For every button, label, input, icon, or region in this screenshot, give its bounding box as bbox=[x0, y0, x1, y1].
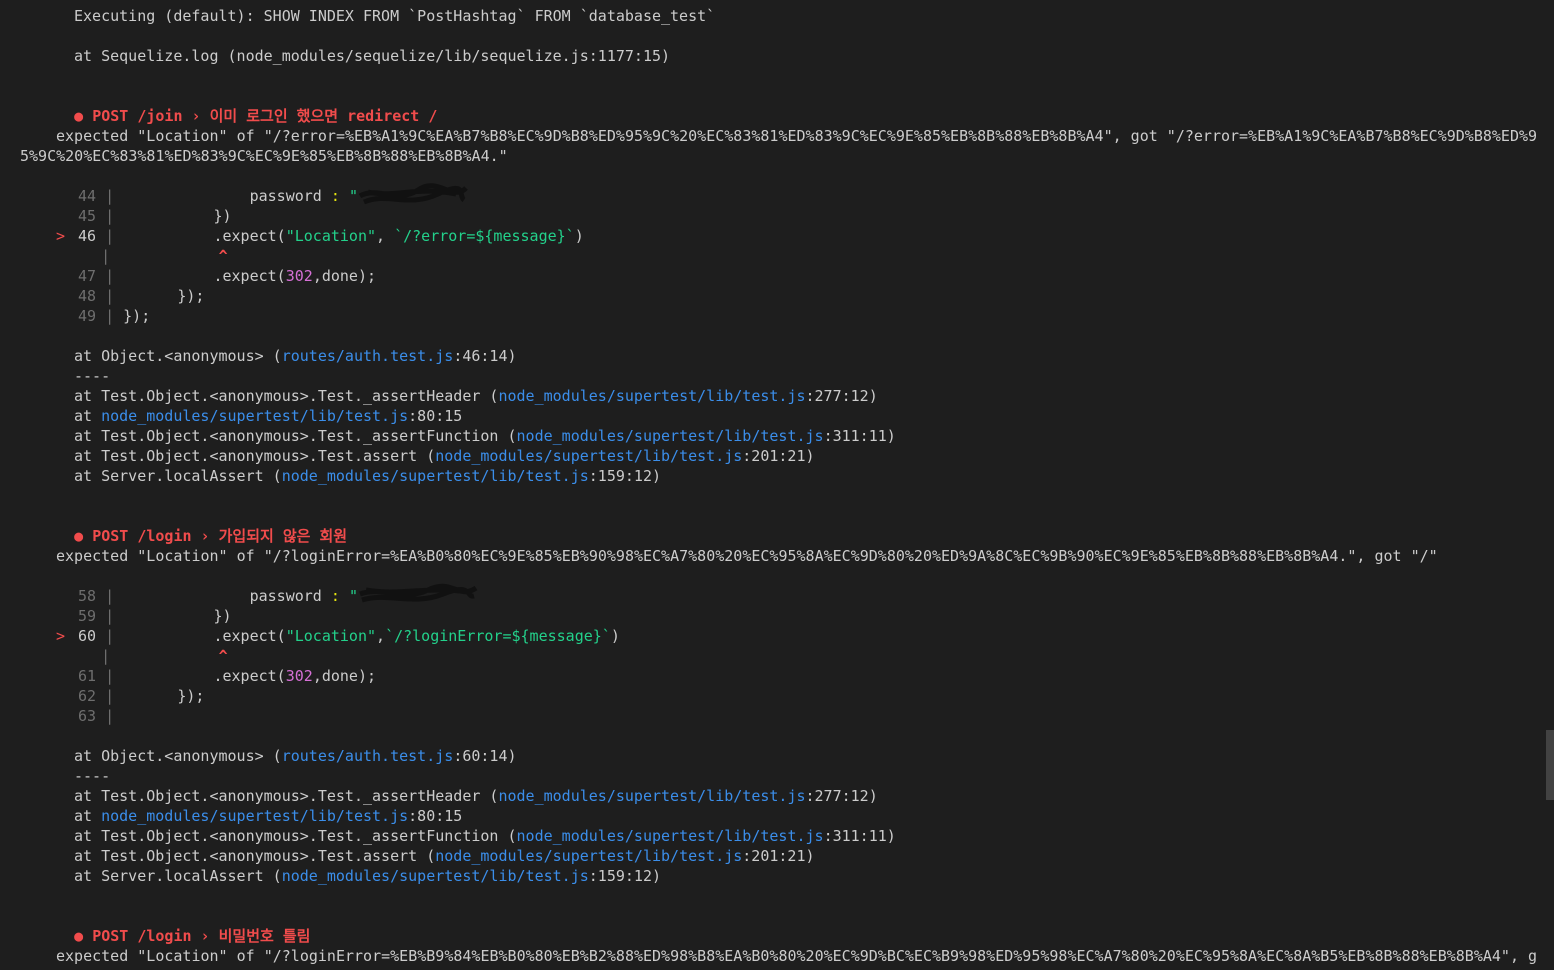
fail-bullet-icon: ● bbox=[74, 927, 84, 945]
stack-line: at Test.Object.<anonymous>.Test.assert (… bbox=[74, 847, 815, 865]
file-link[interactable]: node_modules/supertest/lib/test.js bbox=[498, 387, 805, 405]
failure-heading-login-unregistered: ● POST /login › 가입되지 않은 회원 bbox=[38, 506, 347, 545]
code-line-44: 44 | password : " bbox=[56, 183, 468, 206]
sequelize-stack-line: at Sequelize.log (node_modules/sequelize… bbox=[74, 47, 671, 65]
stack-line: at node_modules/supertest/lib/test.js:80… bbox=[74, 407, 463, 425]
code-caret-line: | ^ bbox=[101, 247, 228, 265]
stack-line: at Test.Object.<anonymous>.Test._assertF… bbox=[74, 827, 896, 845]
stack-line: at Server.localAssert (node_modules/supe… bbox=[74, 467, 662, 485]
file-link[interactable]: node_modules/supertest/lib/test.js bbox=[101, 807, 408, 825]
expected-message: expected "Location" of "/?loginError=%EA… bbox=[56, 547, 1438, 565]
failure-title: POST /login › 비밀번호 틀림 bbox=[92, 927, 311, 945]
file-link[interactable]: routes/auth.test.js bbox=[282, 347, 454, 365]
redacted-password-scribble bbox=[358, 183, 468, 206]
failure-heading-join: ● POST /join › 이미 로그인 했으면 redirect / bbox=[38, 86, 437, 125]
stack-separator: ---- bbox=[74, 767, 111, 785]
error-caret: ^ bbox=[218, 647, 228, 665]
file-link[interactable]: node_modules/supertest/lib/test.js bbox=[282, 467, 589, 485]
stack-line: at Test.Object.<anonymous>.Test._assertH… bbox=[74, 787, 878, 805]
stack-line: at Test.Object.<anonymous>.Test._assertH… bbox=[74, 387, 878, 405]
failure-title: POST /login › 가입되지 않은 회원 bbox=[92, 527, 348, 545]
code-line-46-current: > 46 | .expect("Location", `/?error=${me… bbox=[56, 227, 584, 245]
code-line-59: 59 | }) bbox=[78, 607, 232, 625]
scrollbar-thumb[interactable] bbox=[1546, 730, 1554, 800]
file-link[interactable]: node_modules/supertest/lib/test.js bbox=[101, 407, 408, 425]
file-link[interactable]: node_modules/supertest/lib/test.js bbox=[517, 427, 824, 445]
fail-bullet-icon: ● bbox=[74, 107, 84, 125]
code-line-47: 47 | .expect(302,done); bbox=[78, 267, 377, 285]
code-line-58: 58 | password : " bbox=[56, 583, 478, 606]
terminal-scrollbar[interactable] bbox=[1546, 0, 1554, 970]
terminal-output[interactable]: Executing (default): SHOW INDEX FROM `Po… bbox=[0, 0, 1546, 970]
expected-message: expected "Location" of "/?error=%EB%A1%9… bbox=[20, 127, 1538, 165]
fail-bullet-icon: ● bbox=[74, 527, 84, 545]
stack-line: at node_modules/supertest/lib/test.js:80… bbox=[74, 807, 463, 825]
stack-separator: ---- bbox=[74, 367, 111, 385]
executing-line: Executing (default): SHOW INDEX FROM `Po… bbox=[74, 7, 716, 25]
stack-line: at Server.localAssert (node_modules/supe… bbox=[74, 867, 662, 885]
file-link[interactable]: routes/auth.test.js bbox=[282, 747, 454, 765]
stack-line: at Test.Object.<anonymous>.Test._assertF… bbox=[74, 427, 896, 445]
error-caret: ^ bbox=[218, 247, 228, 265]
file-link[interactable]: node_modules/supertest/lib/test.js bbox=[435, 447, 742, 465]
code-caret-line: | ^ bbox=[101, 647, 228, 665]
code-line-48: 48 | }); bbox=[78, 287, 205, 305]
file-link[interactable]: node_modules/supertest/lib/test.js bbox=[517, 827, 824, 845]
stack-line: at Test.Object.<anonymous>.Test.assert (… bbox=[74, 447, 815, 465]
failure-heading-login-wrong-password: ● POST /login › 비밀번호 틀림 bbox=[38, 906, 310, 945]
file-link[interactable]: node_modules/supertest/lib/test.js bbox=[282, 867, 589, 885]
code-line-45: 45 | }) bbox=[78, 207, 232, 225]
code-line-63: 63 | bbox=[78, 707, 115, 725]
file-link[interactable]: node_modules/supertest/lib/test.js bbox=[498, 787, 805, 805]
current-line-marker: > bbox=[56, 627, 66, 645]
stack-anonymous: at Object.<anonymous> (routes/auth.test.… bbox=[74, 347, 517, 365]
code-line-60-current: > 60 | .expect("Location",`/?loginError=… bbox=[56, 627, 620, 645]
current-line-marker: > bbox=[56, 227, 66, 245]
failure-title: POST /join › 이미 로그인 했으면 redirect / bbox=[92, 107, 438, 125]
expected-message: expected "Location" of "/?loginError=%EB… bbox=[56, 947, 1538, 965]
file-link[interactable]: node_modules/supertest/lib/test.js bbox=[435, 847, 742, 865]
code-line-49: 49 | }); bbox=[78, 307, 151, 325]
code-line-61: 61 | .expect(302,done); bbox=[78, 667, 377, 685]
stack-anonymous: at Object.<anonymous> (routes/auth.test.… bbox=[74, 747, 517, 765]
code-line-62: 62 | }); bbox=[78, 687, 205, 705]
redacted-password-scribble bbox=[358, 583, 478, 606]
